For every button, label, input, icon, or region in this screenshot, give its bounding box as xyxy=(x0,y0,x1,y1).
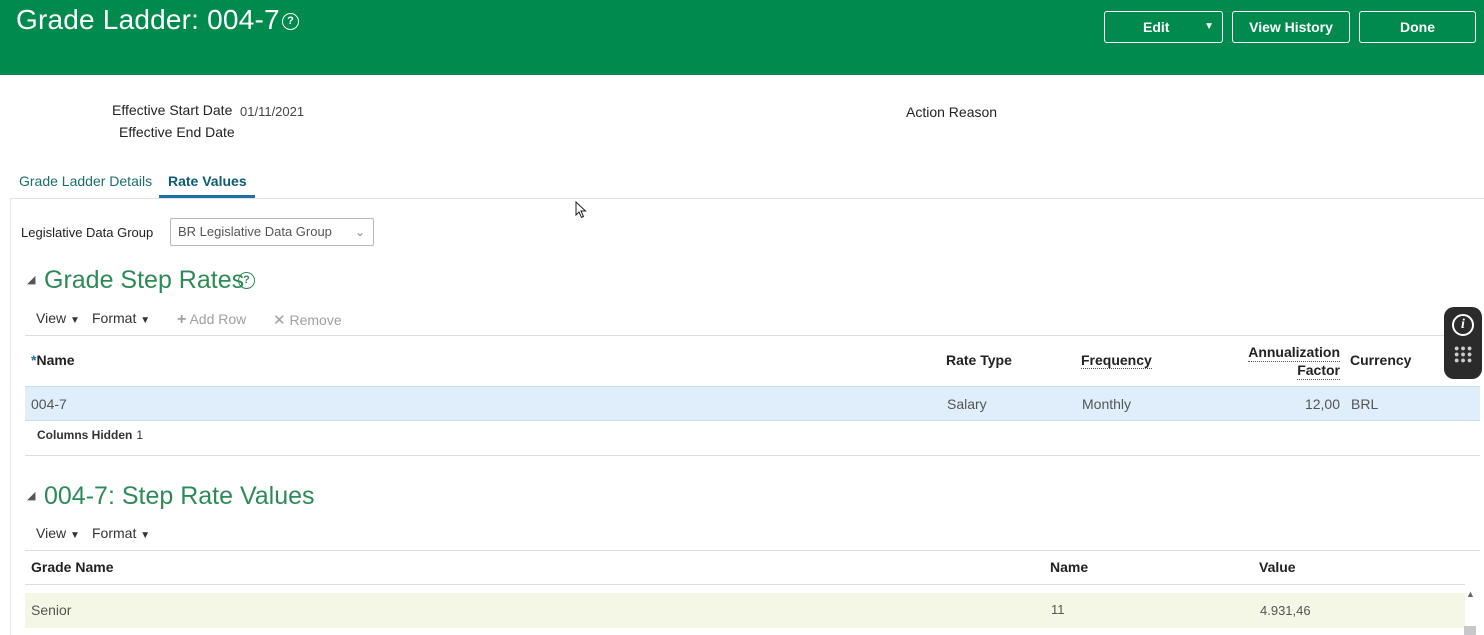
effective-start-date-label: Effective Start Date xyxy=(112,102,233,118)
format-menu[interactable]: Format ▼ xyxy=(92,525,150,541)
columns-hidden-count: 1 xyxy=(136,428,144,442)
add-row-label: Add Row xyxy=(189,311,247,327)
format-menu-label: Format xyxy=(92,525,137,541)
column-header-value[interactable]: Value xyxy=(1259,559,1296,575)
vertical-scrollbar[interactable] xyxy=(1464,626,1476,635)
cell-name: 004-7 xyxy=(31,396,67,412)
caret-down-icon: ▼ xyxy=(69,315,80,326)
effective-start-date-value: 01/11/2021 xyxy=(240,104,305,119)
page-header: Grade Ladder: 004-7 ? Edit ▼ View Histor… xyxy=(0,0,1484,75)
table-top-divider xyxy=(25,550,1480,551)
column-header-annualization-line1: Annualization xyxy=(1248,344,1340,362)
collapse-triangle-icon[interactable]: ◢ xyxy=(27,273,35,286)
mouse-cursor-icon xyxy=(575,201,587,219)
grade-step-rates-title: Grade Step Rates xyxy=(44,266,245,294)
dots-grid-icon[interactable]: ●●● ●●● ●●● xyxy=(1454,344,1472,365)
column-header-annualization-line2: Factor xyxy=(1297,362,1340,380)
cell-rate-type: Salary xyxy=(947,396,987,412)
done-button[interactable]: Done xyxy=(1359,11,1476,43)
add-row-button[interactable]: + Add Row xyxy=(177,311,246,329)
caret-down-icon: ▼ xyxy=(140,530,151,541)
legislative-data-group-select[interactable]: BR Legislative Data Group ⌄ xyxy=(170,218,374,246)
table-row[interactable]: Senior 11 4.931,46 xyxy=(25,593,1465,628)
format-menu[interactable]: Format ▼ xyxy=(92,310,150,326)
effective-end-date-label: Effective End Date xyxy=(119,124,235,140)
column-header-rate-type[interactable]: Rate Type xyxy=(946,352,1012,368)
view-menu-label: View xyxy=(36,310,67,326)
format-menu-label: Format xyxy=(92,310,137,326)
page-title: Grade Ladder: 004-7 xyxy=(16,4,280,35)
caret-down-icon: ▼ xyxy=(69,530,80,541)
column-header-annualization-factor[interactable]: Annualization Factor xyxy=(1248,344,1340,380)
chevron-down-icon: ⌄ xyxy=(354,225,365,239)
plus-icon: + xyxy=(177,311,187,328)
action-reason-label: Action Reason xyxy=(906,104,998,120)
header-divider xyxy=(25,584,1465,585)
columns-hidden-status: Columns Hidden 1 xyxy=(37,428,143,442)
column-header-grade-name[interactable]: Grade Name xyxy=(31,559,113,575)
column-header-name[interactable]: Name xyxy=(1050,559,1088,575)
cell-grade-name: Senior xyxy=(31,602,72,618)
cell-name: 11 xyxy=(1051,602,1065,617)
x-icon: ✕ xyxy=(273,312,286,329)
help-icon[interactable]: ? xyxy=(238,272,255,289)
edit-button[interactable]: Edit ▼ xyxy=(1104,11,1223,43)
view-menu[interactable]: View ▼ xyxy=(36,525,80,541)
view-history-button[interactable]: View History xyxy=(1232,11,1350,43)
tab-grade-ladder-details[interactable]: Grade Ladder Details xyxy=(19,173,152,189)
cell-frequency: Monthly xyxy=(1082,396,1132,412)
cell-annualization-factor: 12,00 xyxy=(1304,396,1340,412)
remove-button[interactable]: ✕ Remove xyxy=(273,311,342,329)
cell-currency: BRL xyxy=(1351,396,1379,412)
column-header-name[interactable]: *Name xyxy=(31,352,75,368)
panel-border xyxy=(10,198,11,635)
caret-down-icon: ▼ xyxy=(140,315,151,326)
columns-hidden-label: Columns Hidden xyxy=(37,428,133,442)
tab-rate-values[interactable]: Rate Values xyxy=(168,173,247,189)
table-row[interactable]: 004-7 Salary Monthly 12,00 BRL xyxy=(25,386,1480,421)
cell-value: 4.931,46 xyxy=(1260,603,1311,618)
column-header-name-label: Name xyxy=(36,352,75,368)
caret-down-icon: ▼ xyxy=(1204,21,1214,32)
tabs-divider xyxy=(10,198,1484,199)
side-assistant-widget[interactable]: i ●●● ●●● ●●● xyxy=(1444,307,1482,379)
scroll-up-arrow-icon[interactable]: ▲ xyxy=(1466,589,1475,599)
help-icon[interactable]: ? xyxy=(282,13,299,30)
info-icon[interactable]: i xyxy=(1452,314,1474,336)
column-header-frequency[interactable]: Frequency xyxy=(1081,352,1152,369)
legislative-data-group-value: BR Legislative Data Group xyxy=(178,224,332,239)
step-rate-values-title: 004-7: Step Rate Values xyxy=(44,482,315,510)
view-menu-label: View xyxy=(36,525,67,541)
column-header-currency[interactable]: Currency xyxy=(1350,352,1411,368)
view-menu[interactable]: View ▼ xyxy=(36,310,80,326)
table-bottom-divider xyxy=(25,455,1480,456)
remove-label: Remove xyxy=(289,312,342,328)
legislative-data-group-label: Legislative Data Group xyxy=(21,225,154,240)
collapse-triangle-icon[interactable]: ◢ xyxy=(27,489,35,502)
table-top-divider xyxy=(25,335,1480,336)
edit-button-label: Edit xyxy=(1143,19,1170,35)
